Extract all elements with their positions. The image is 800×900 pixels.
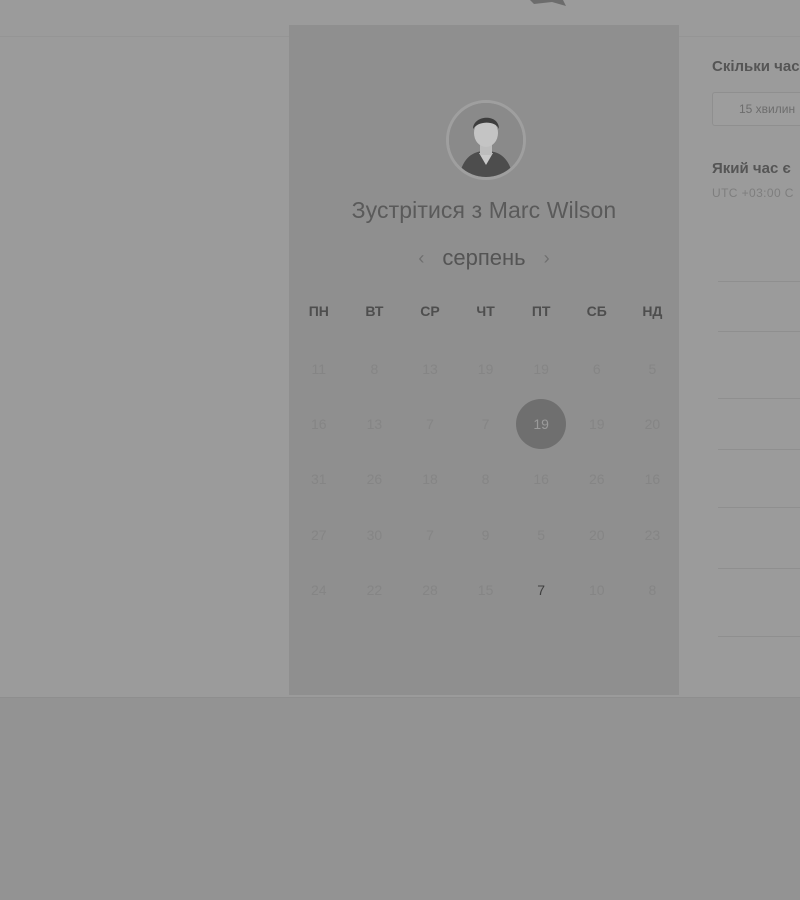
weekday-label: СР [420, 303, 440, 319]
right-panel: Скільки час 15 хвилин Який час є UTC +03… [712, 0, 800, 697]
calendar-day-selected[interactable]: 19 [513, 396, 569, 451]
duration-select[interactable]: 15 хвилин [712, 92, 800, 126]
weekday-label: ВТ [365, 303, 384, 319]
calendar-day: 15 [477, 582, 494, 599]
calendar-day: 28 [422, 582, 438, 599]
slot-divider [718, 636, 800, 637]
logo-icon [530, 0, 566, 6]
calendar-day: 8 [481, 471, 490, 488]
calendar-day: 31 [311, 471, 327, 488]
calendar-day: 19 [588, 416, 605, 433]
chevron-left-icon[interactable]: ‹ [410, 243, 432, 273]
slot-divider [718, 281, 800, 282]
calendar-day: 8 [370, 360, 379, 377]
time-question: Який час є [712, 160, 791, 177]
calendar-day: 19 [477, 360, 494, 377]
calendar-day: 16 [644, 471, 661, 488]
calendar-day: 23 [644, 526, 661, 543]
month-navigation: ‹ серпень › [289, 243, 679, 273]
calendar-day: 9 [481, 526, 490, 543]
calendar-day: 18 [422, 471, 438, 488]
calendar-grid: 11 8 13 19 19 6 5 16 13 7 7 19 19 20 31 26 18 8 16 26 16 27 30… [291, 341, 681, 618]
calendar-day: 26 [588, 471, 605, 488]
calendar-day: 10 [588, 582, 605, 599]
selected-day-label: 19 [516, 399, 567, 450]
calendar-day: 16 [311, 416, 327, 433]
calendar-day: 7 [426, 416, 434, 433]
footer-divider [0, 697, 800, 698]
calendar-day: 6 [592, 360, 601, 377]
weekday-label: ПН [308, 303, 329, 319]
calendar-day: 8 [648, 582, 657, 599]
meeting-title: Зустрітися з Marc Wilson [351, 197, 617, 223]
calendar-day: 11 [311, 360, 327, 377]
calendar-day: 16 [533, 471, 549, 488]
duration-value: 15 хвилин [739, 102, 796, 116]
avatar [446, 100, 526, 180]
duration-question: Скільки час [712, 58, 800, 75]
weekday-header: ПН ВТ СР ЧТ ПТ СБ НД [291, 303, 681, 319]
calendar-day: 26 [366, 471, 383, 488]
calendar-day: 5 [537, 526, 546, 543]
weekday-label: НД [642, 303, 663, 319]
slot-divider [718, 568, 800, 569]
chevron-right-icon[interactable]: › [536, 243, 558, 273]
calendar-day[interactable]: 7 [513, 563, 569, 618]
calendar-card: Зустрітися з Marc Wilson ‹ серпень › ПН В… [289, 25, 679, 695]
calendar-day: 20 [644, 416, 661, 433]
month-label: серпень [442, 245, 526, 270]
calendar-day: 19 [533, 360, 549, 377]
weekday-label: ЧТ [476, 303, 495, 319]
calendar-day: 7 [426, 526, 434, 543]
slot-divider [718, 398, 800, 399]
slot-divider [718, 507, 800, 508]
calendar-day: 24 [311, 582, 327, 599]
calendar-day: 5 [648, 360, 657, 377]
calendar-day: 7 [481, 416, 490, 433]
calendar-day: 20 [588, 526, 605, 543]
slot-divider [718, 449, 800, 450]
weekday-label: ПТ [531, 303, 551, 319]
calendar-day: 27 [311, 526, 327, 543]
weekday-label: СБ [586, 303, 607, 319]
calendar-day: 22 [366, 582, 383, 599]
slot-divider [718, 331, 800, 332]
timezone-label[interactable]: UTC +03:00 C [712, 186, 794, 200]
calendar-day: 13 [366, 416, 383, 433]
calendar-day: 13 [422, 360, 438, 377]
calendar-day: 30 [366, 526, 383, 543]
